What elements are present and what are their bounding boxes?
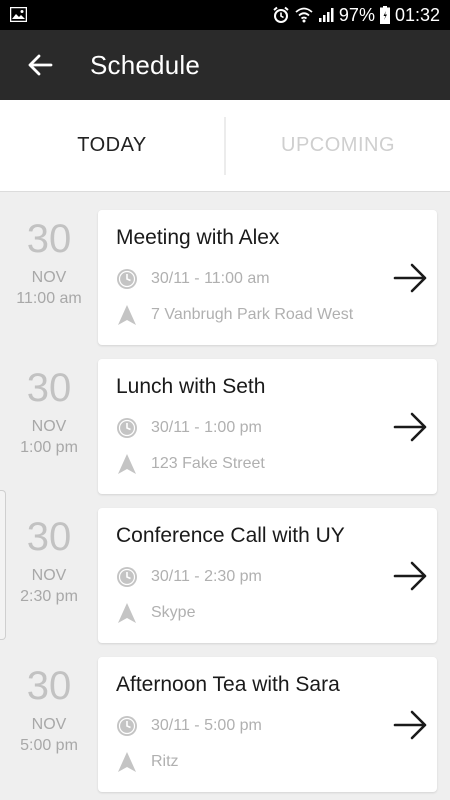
arrow-left-icon	[28, 54, 53, 76]
event-datetime: 30/11 - 2:30 pm	[151, 568, 262, 585]
page-title: Schedule	[90, 49, 201, 80]
battery-icon	[379, 6, 390, 24]
event-card[interactable]: Conference Call with UY 30/11 - 2:30 pm …	[98, 508, 437, 643]
list-item: 30 NOV 1:00 pm Lunch with Seth 30/11 - 1…	[0, 342, 450, 494]
clock-icon	[116, 566, 138, 588]
event-card[interactable]: Lunch with Seth 30/11 - 1:00 pm 123 Fake…	[98, 359, 437, 494]
event-time: 2:30 pm	[20, 588, 78, 605]
event-datetime: 30/11 - 5:00 pm	[151, 717, 262, 734]
event-month: NOV	[31, 418, 67, 435]
alarm-icon	[272, 6, 290, 24]
list-item: 30 NOV 5:00 pm Afternoon Tea with Sara 3…	[0, 640, 450, 792]
arrow-right-icon[interactable]	[393, 409, 429, 445]
arrow-right-icon[interactable]	[393, 260, 429, 296]
event-time: 11:00 am	[16, 290, 82, 307]
event-day: 30	[26, 217, 72, 261]
status-bar: 97% 01:32	[0, 0, 450, 30]
event-month: NOV	[31, 716, 67, 733]
list-item: 30 NOV 2:30 pm Conference Call with UY 3…	[0, 491, 450, 643]
event-title: Meeting with Alex	[116, 226, 280, 249]
tab-bar: TODAY UPCOMING	[0, 100, 450, 192]
event-location: Skype	[151, 604, 196, 621]
event-month: NOV	[31, 269, 67, 286]
status-time: 01:32	[394, 4, 440, 25]
image-icon	[9, 6, 28, 27]
event-time: 5:00 pm	[20, 737, 78, 754]
wifi-icon	[295, 7, 313, 23]
arrow-right-icon[interactable]	[393, 707, 429, 743]
navigation-icon	[116, 453, 138, 475]
event-day: 30	[26, 664, 72, 708]
app-bar: Schedule	[0, 30, 450, 100]
navigation-icon	[116, 751, 138, 773]
signal-icon	[318, 7, 334, 23]
clock-icon	[116, 268, 138, 290]
event-card[interactable]: Meeting with Alex 30/11 - 11:00 am 7 Van…	[98, 210, 437, 345]
event-day: 30	[26, 366, 72, 410]
clock-icon	[116, 417, 138, 439]
event-month: NOV	[31, 567, 67, 584]
event-location: Ritz	[151, 753, 179, 770]
back-button[interactable]	[0, 30, 80, 100]
tab-today[interactable]: TODAY	[0, 134, 224, 157]
event-title: Lunch with Seth	[116, 375, 266, 398]
navigation-icon	[116, 602, 138, 624]
event-location: 123 Fake Street	[151, 455, 265, 472]
event-datetime: 30/11 - 11:00 am	[151, 270, 270, 287]
event-title: Conference Call with UY	[116, 524, 345, 547]
navigation-icon	[116, 304, 138, 326]
list-item: 30 NOV 11:00 am Meeting with Alex 30/11 …	[0, 193, 450, 345]
event-location: 7 Vanbrugh Park Road West	[151, 306, 354, 323]
event-card[interactable]: Afternoon Tea with Sara 30/11 - 5:00 pm …	[98, 657, 437, 792]
battery-percent: 97%	[338, 4, 375, 25]
event-day: 30	[26, 515, 72, 559]
tab-upcoming[interactable]: UPCOMING	[226, 134, 450, 157]
arrow-right-icon[interactable]	[393, 558, 429, 594]
event-datetime: 30/11 - 1:00 pm	[151, 419, 262, 436]
clock-icon	[116, 715, 138, 737]
event-title: Afternoon Tea with Sara	[116, 673, 340, 696]
event-time: 1:00 pm	[20, 439, 78, 456]
